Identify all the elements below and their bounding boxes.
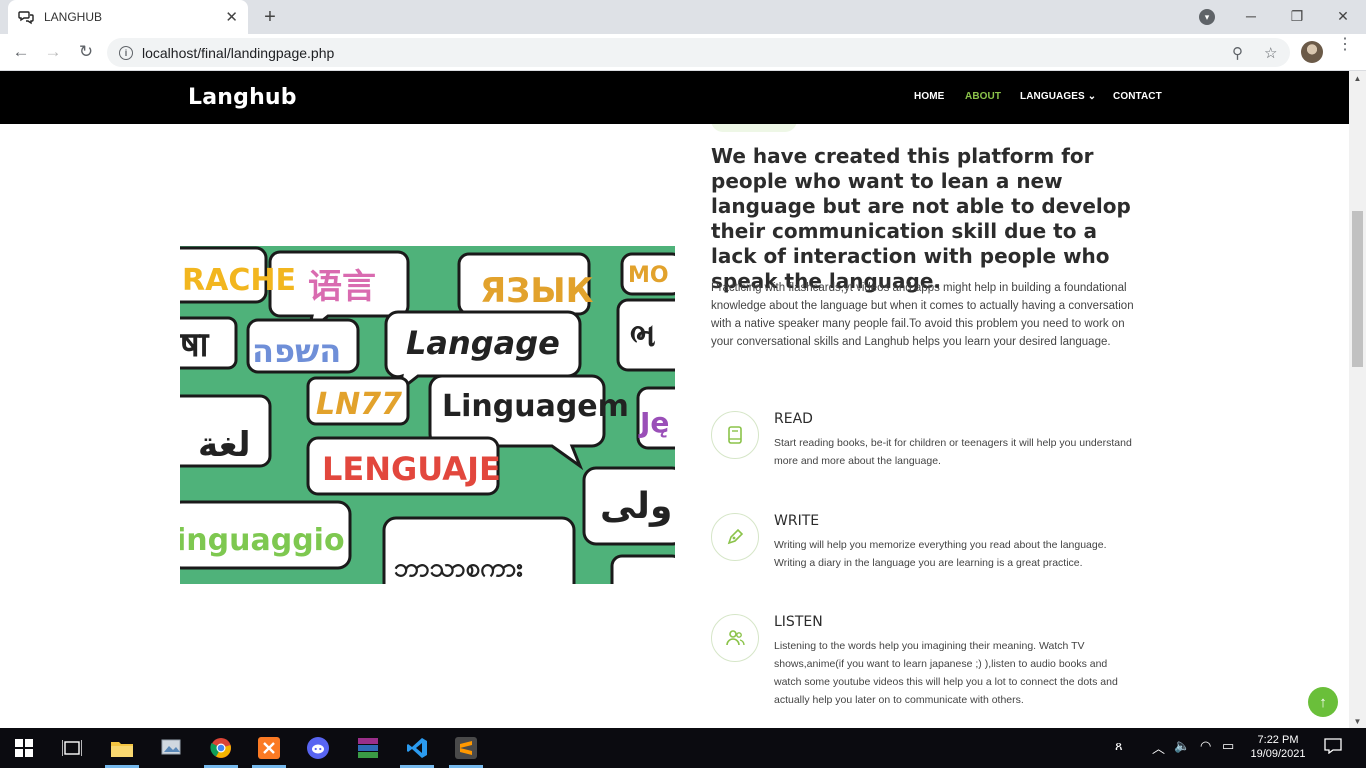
url-text[interactable]: localhost/final/landingpage.php bbox=[142, 45, 334, 61]
chevron-down-icon: ⌄ bbox=[1087, 91, 1097, 102]
word-arabic: لغة bbox=[198, 425, 251, 465]
people-icon bbox=[711, 614, 759, 662]
about-headline: We have created this platform for people… bbox=[711, 144, 1131, 293]
back-button[interactable]: ← bbox=[8, 39, 34, 65]
site-logo[interactable]: Langhub bbox=[188, 85, 297, 110]
speech-bubbles-illustration: RACHE 语言 ЯЗЫК MO षा השפה Langage ભ LN77 … bbox=[180, 246, 675, 584]
nav-contact[interactable]: CONTACT bbox=[1113, 91, 1162, 102]
windows-start-icon[interactable] bbox=[12, 736, 36, 760]
reload-button[interactable]: ↻ bbox=[73, 39, 99, 65]
feature-write-text: Writing will help you memorize everythin… bbox=[774, 539, 1107, 569]
browser-tab[interactable]: LANGHUB ✕ bbox=[8, 0, 248, 34]
volume-icon[interactable]: 🔈 bbox=[1174, 738, 1190, 754]
address-bar[interactable]: i localhost/final/landingpage.php ⚲ ☆ bbox=[107, 38, 1290, 67]
xampp-icon[interactable] bbox=[257, 736, 281, 760]
restore-button[interactable]: ❐ bbox=[1274, 0, 1320, 32]
feature-listen-title: LISTEN bbox=[774, 614, 823, 630]
discord-icon[interactable] bbox=[306, 736, 330, 760]
word-bhasha: षा bbox=[180, 325, 210, 365]
nav-languages-label: LANGUAGES bbox=[1020, 91, 1085, 102]
browser-toolbar: ← → ↻ i localhost/final/landingpage.php … bbox=[0, 34, 1366, 71]
feature-write-title: WRITE bbox=[774, 513, 820, 529]
tab-title: LANGHUB bbox=[44, 10, 103, 24]
people-tray-icon[interactable]: ጸ bbox=[1115, 738, 1123, 754]
word-hebrew: השפה bbox=[252, 332, 341, 370]
new-tab-button[interactable]: + bbox=[260, 6, 280, 29]
nav-about[interactable]: ABOUT bbox=[965, 91, 1001, 102]
clock-time: 7:22 PM bbox=[1257, 734, 1299, 746]
file-explorer-icon[interactable] bbox=[110, 736, 134, 760]
system-clock[interactable]: 7:22 PM 19/09/2021 bbox=[1244, 733, 1312, 761]
windows-taskbar: ጸ ︿ 🔈 ◠ ▭ 7:22 PM 19/09/2021 bbox=[0, 728, 1366, 768]
word-linguagem: Linguagem bbox=[442, 389, 629, 424]
word-ln77: LN77 bbox=[316, 387, 402, 422]
word-burmese: ဘာသာစကား bbox=[394, 553, 523, 583]
notifications-icon[interactable] bbox=[1324, 738, 1342, 757]
minimize-button[interactable]: ─ bbox=[1228, 0, 1274, 32]
chrome-icon[interactable] bbox=[209, 736, 233, 760]
profile-menu-icon[interactable]: ▾ bbox=[1199, 9, 1215, 25]
close-window-button[interactable]: ✕ bbox=[1320, 0, 1366, 32]
wifi-icon[interactable]: ◠ bbox=[1200, 738, 1211, 754]
sublime-text-icon[interactable] bbox=[454, 736, 478, 760]
scroll-down-arrow-icon[interactable]: ▼ bbox=[1349, 714, 1366, 728]
photos-app-icon[interactable] bbox=[160, 736, 184, 760]
show-hidden-icons-icon[interactable]: ︿ bbox=[1152, 738, 1165, 757]
word-russian: ЯЗЫК bbox=[480, 271, 594, 311]
feature-read-text: Start reading books, be-it for children … bbox=[774, 437, 1132, 467]
word-mo: MO bbox=[628, 263, 669, 288]
task-view-icon[interactable] bbox=[60, 736, 84, 760]
book-icon bbox=[711, 411, 759, 459]
bookmark-star-icon[interactable]: ☆ bbox=[1264, 44, 1277, 62]
scroll-up-arrow-icon[interactable]: ▲ bbox=[1349, 71, 1366, 85]
about-intro: Practicing with flashcards,yt videos and… bbox=[711, 282, 1134, 348]
word-lenguaje: LENGUAJE bbox=[322, 450, 501, 488]
word-rache: RACHE bbox=[182, 263, 296, 298]
battery-icon[interactable]: ▭ bbox=[1222, 738, 1234, 754]
feature-listen-text: Listening to the words help you imaginin… bbox=[774, 640, 1118, 706]
word-chinese: 语言 bbox=[308, 267, 376, 307]
zoom-icon[interactable]: ⚲ bbox=[1232, 44, 1243, 62]
scroll-thumb[interactable] bbox=[1352, 211, 1363, 367]
back-to-top-button[interactable]: ↑ bbox=[1308, 687, 1338, 717]
word-langage: Langage bbox=[406, 324, 560, 362]
feature-read-title: READ bbox=[774, 411, 813, 427]
nav-home[interactable]: HOME bbox=[914, 91, 944, 102]
page-scrollbar[interactable]: ▲ ▼ bbox=[1349, 71, 1366, 728]
winrar-icon[interactable] bbox=[356, 736, 380, 760]
word-linguaggio: inguaggio bbox=[180, 523, 345, 558]
word-jezyk: Ję bbox=[638, 406, 669, 439]
browser-menu-icon[interactable]: ⋮ bbox=[1337, 37, 1353, 53]
pen-icon bbox=[711, 513, 759, 561]
word-persian: ولى bbox=[600, 486, 672, 527]
vscode-icon[interactable] bbox=[405, 736, 429, 760]
word-gujarati: ભ bbox=[630, 316, 656, 354]
forward-button[interactable]: → bbox=[40, 39, 66, 65]
browser-tab-strip: LANGHUB ✕ + ▾ ─ ❐ ✕ bbox=[0, 0, 1366, 34]
site-info-icon[interactable]: i bbox=[119, 45, 133, 60]
languages-illustration: RACHE 语言 ЯЗЫК MO षा השפה Langage ભ LN77 … bbox=[180, 246, 675, 584]
site-header: Langhub HOME ABOUT LANGUAGES ⌄ CONTACT bbox=[0, 71, 1349, 124]
nav-languages[interactable]: LANGUAGES ⌄ bbox=[1020, 91, 1096, 102]
clock-date: 19/09/2021 bbox=[1250, 748, 1306, 760]
avatar[interactable] bbox=[1301, 41, 1323, 63]
page-viewport: Langhub HOME ABOUT LANGUAGES ⌄ CONTACT R… bbox=[0, 71, 1349, 728]
chat-bubbles-icon bbox=[18, 11, 34, 25]
close-tab-icon[interactable]: ✕ bbox=[225, 8, 238, 26]
